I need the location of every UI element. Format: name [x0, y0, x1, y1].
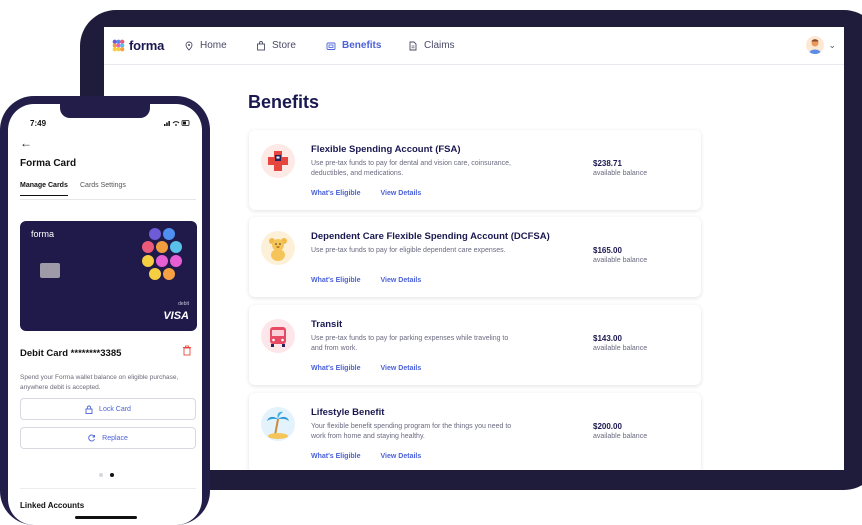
benefit-links: What's Eligible View Details — [311, 365, 421, 372]
benefit-card-dcfsa: Dependent Care Flexible Spending Account… — [249, 217, 701, 297]
refresh-icon — [88, 434, 96, 442]
benefit-amount: $143.00 — [593, 334, 622, 343]
debit-card-description: Spend your Forma wallet balance on eligi… — [20, 374, 179, 391]
benefit-amount: $238.71 — [593, 159, 622, 168]
status-time: 7:49 — [30, 119, 47, 128]
whats-eligible-link[interactable]: What's Eligible — [311, 190, 361, 197]
wallet-icon — [326, 42, 336, 50]
benefit-description: Use pre-tax funds to pay for dental and … — [311, 160, 511, 177]
logo-text: forma — [129, 38, 165, 53]
chevron-down-icon: ⌄ — [828, 39, 836, 50]
tab-cards-settings[interactable]: Cards Settings — [80, 182, 126, 189]
replace-label: Replace — [102, 434, 128, 442]
benefit-name: Lifestyle Benefit — [311, 407, 385, 418]
phone-title: Forma Card — [20, 158, 77, 169]
nav-store[interactable]: Store — [256, 40, 296, 51]
replace-button[interactable]: Replace — [20, 427, 196, 449]
phone-screen: 7:49 ← Forma Card Manage Cards Cards Set… — [8, 104, 202, 525]
card-brand: forma — [31, 229, 55, 239]
user-menu[interactable]: ⌄ — [806, 36, 836, 54]
benefit-links: What's Eligible View Details — [311, 453, 421, 460]
lock-card-button[interactable]: Lock Card — [20, 398, 196, 420]
card-type-label: debit — [178, 301, 189, 307]
forma-logo[interactable]: forma — [112, 38, 164, 53]
view-details-link[interactable]: View Details — [381, 453, 422, 460]
benefit-description: Use pre-tax funds to pay for eligible de… — [311, 247, 506, 254]
nav-benefits-label: Benefits — [342, 40, 382, 51]
pager-dot[interactable] — [99, 473, 103, 477]
phone-tabs: Manage Cards Cards Settings — [20, 182, 196, 200]
phone-device-frame: 7:49 ← Forma Card Manage Cards Cards Set… — [0, 96, 210, 525]
benefit-name: Dependent Care Flexible Spending Account… — [311, 231, 550, 242]
forma-pattern-icon — [142, 228, 182, 280]
benefit-card-lifestyle: Lifestyle Benefit Your flexible benefit … — [249, 393, 701, 470]
phone-notch — [60, 104, 150, 118]
benefit-card-transit: Transit Use pre-tax funds to pay for par… — [249, 305, 701, 385]
location-pin-icon — [185, 41, 193, 51]
nav-claims-label: Claims — [424, 40, 455, 51]
debit-card-visual: forma debit VISA — [20, 221, 197, 331]
benefit-name: Transit — [311, 319, 343, 330]
trash-icon[interactable] — [182, 345, 192, 356]
benefit-amount-label: available balance — [593, 345, 648, 352]
benefit-name: Flexible Spending Account (FSA) — [311, 144, 461, 155]
nav-store-label: Store — [272, 40, 296, 51]
card-pager — [99, 473, 114, 477]
palm-tree-icon — [261, 407, 295, 441]
visa-logo: VISA — [163, 310, 189, 322]
nav-claims[interactable]: Claims — [408, 40, 455, 51]
benefit-card-fsa: Flexible Spending Account (FSA) Use pre-… — [249, 130, 701, 210]
tablet-screen: forma Home Store Benefits Claims ⌄ Benef… — [104, 27, 844, 470]
benefit-amount-label: available balance — [593, 170, 648, 177]
benefit-amount-label: available balance — [593, 257, 648, 264]
whats-eligible-link[interactable]: What's Eligible — [311, 453, 361, 460]
benefit-amount-label: available balance — [593, 433, 648, 440]
back-arrow-icon[interactable]: ← — [20, 136, 32, 150]
whats-eligible-link[interactable]: What's Eligible — [311, 277, 361, 284]
nav-home[interactable]: Home — [184, 40, 227, 51]
hero-mockup: forma Home Store Benefits Claims ⌄ Benef… — [0, 0, 862, 525]
view-details-link[interactable]: View Details — [381, 365, 422, 372]
user-avatar-icon — [806, 36, 825, 54]
shopping-bag-icon — [257, 40, 265, 50]
benefit-links: What's Eligible View Details — [311, 277, 421, 284]
document-icon — [409, 41, 417, 50]
nav-benefits[interactable]: Benefits — [326, 40, 381, 51]
benefit-description: Use pre-tax funds to pay for parking exp… — [311, 335, 509, 352]
top-navigation-bar: forma Home Store Benefits Claims ⌄ — [104, 27, 844, 65]
nav-home-label: Home — [200, 40, 227, 51]
benefit-amount: $200.00 — [593, 422, 622, 431]
benefit-description: Your flexible benefit spending program f… — [311, 423, 512, 440]
tab-manage-cards[interactable]: Manage Cards — [20, 182, 68, 196]
pager-dot-active[interactable] — [110, 473, 114, 477]
benefit-amount: $165.00 — [593, 246, 622, 255]
home-indicator[interactable] — [75, 516, 137, 519]
page-title: Benefits — [248, 92, 320, 112]
view-details-link[interactable]: View Details — [381, 277, 422, 284]
lock-icon — [85, 405, 93, 414]
debit-card-title: Debit Card ********3385 — [20, 348, 122, 359]
signal-wifi-battery-icon — [164, 120, 190, 126]
linked-accounts-heading: Linked Accounts — [20, 501, 85, 510]
divider — [20, 488, 196, 489]
whats-eligible-link[interactable]: What's Eligible — [311, 365, 361, 372]
teddy-bear-icon — [261, 231, 295, 265]
medical-cross-icon — [261, 144, 295, 178]
bus-icon — [261, 319, 295, 353]
forma-logo-icon — [112, 39, 125, 52]
benefit-links: What's Eligible View Details — [311, 190, 421, 197]
status-icons — [164, 119, 190, 129]
card-chip-icon — [40, 263, 60, 278]
view-details-link[interactable]: View Details — [381, 190, 422, 197]
lock-card-label: Lock Card — [99, 405, 131, 413]
